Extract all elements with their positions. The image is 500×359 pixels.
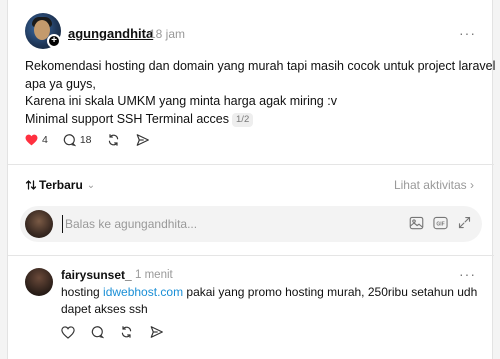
post-line-last: Minimal support SSH Terminal acces 1/2	[25, 111, 485, 129]
post-body: Rekomendasi hosting dan domain yang mura…	[25, 58, 496, 129]
repost-icon	[108, 134, 118, 146]
sort-dropdown[interactable]: Terbaru ⌄	[25, 178, 95, 192]
like-button[interactable]: 4	[25, 134, 48, 146]
repost-icon	[121, 326, 132, 338]
gif-icon[interactable]: GIF	[433, 216, 448, 235]
view-activity-link[interactable]: Lihat aktivitas ›	[394, 178, 474, 192]
divider	[8, 164, 494, 165]
comment-bubble-icon	[63, 134, 76, 147]
comment-repost-button[interactable]	[119, 325, 134, 344]
comment-bubble-icon	[91, 326, 105, 339]
comment-count: 18	[79, 134, 92, 146]
page-indicator: 1/2	[232, 112, 254, 127]
comment-more-options-icon[interactable]: ···	[459, 266, 476, 282]
image-icon[interactable]	[409, 216, 424, 235]
divider	[8, 255, 494, 256]
reply-composer: GIF	[20, 206, 482, 242]
sort-arrows-icon	[25, 180, 37, 190]
post-line: Minimal support SSH Terminal acces	[25, 111, 230, 126]
current-user-avatar	[25, 210, 53, 238]
post-more-options-icon[interactable]: ···	[459, 25, 476, 41]
post-author-username[interactable]: agungandhita	[68, 26, 153, 41]
repost-button[interactable]	[106, 133, 121, 147]
thread-card: + agungandhita 18 jam ··· Rekomendasi ho…	[7, 0, 496, 359]
post-line: Rekomendasi hosting dan domain yang mura…	[25, 59, 496, 73]
post-line: Karena ini skala UMKM yang minta harga a…	[25, 94, 337, 108]
comment-reply-button[interactable]	[90, 325, 105, 344]
svg-text:GIF: GIF	[436, 221, 444, 227]
comment-link[interactable]: idwebhost.com	[103, 285, 183, 299]
comment-like-button[interactable]	[61, 325, 75, 344]
view-activity-label: Lihat aktivitas	[393, 178, 467, 192]
send-icon	[150, 326, 163, 338]
comment-author-avatar[interactable]	[25, 268, 53, 296]
comment-timestamp: 1 menit	[135, 269, 173, 281]
comment-share-button[interactable]	[149, 325, 164, 344]
heart-outline-icon	[61, 325, 75, 339]
post-timestamp: 18 jam	[149, 27, 186, 41]
expand-icon[interactable]	[457, 215, 472, 235]
share-button[interactable]	[135, 133, 150, 147]
heart-icon	[25, 134, 38, 146]
post-action-bar: 4 18	[25, 130, 164, 150]
like-count: 4	[42, 134, 48, 146]
post-line: apa ya guys,	[25, 76, 96, 91]
reply-input[interactable]	[62, 215, 362, 233]
follow-plus-icon[interactable]: +	[47, 34, 61, 48]
sort-label: Terbaru	[39, 178, 83, 192]
send-icon	[136, 134, 149, 146]
chevron-right-icon: ›	[470, 178, 474, 192]
reply-tools: GIF	[400, 215, 472, 235]
chevron-down-icon: ⌄	[86, 179, 96, 191]
comment-button[interactable]: 18	[62, 133, 92, 147]
comment-author-username[interactable]: fairysunset_	[61, 268, 132, 282]
comment-text-before: hosting	[61, 285, 104, 299]
comment-body: hosting idwebhost.com pakai yang promo h…	[61, 284, 481, 317]
comment-action-bar	[61, 325, 179, 344]
